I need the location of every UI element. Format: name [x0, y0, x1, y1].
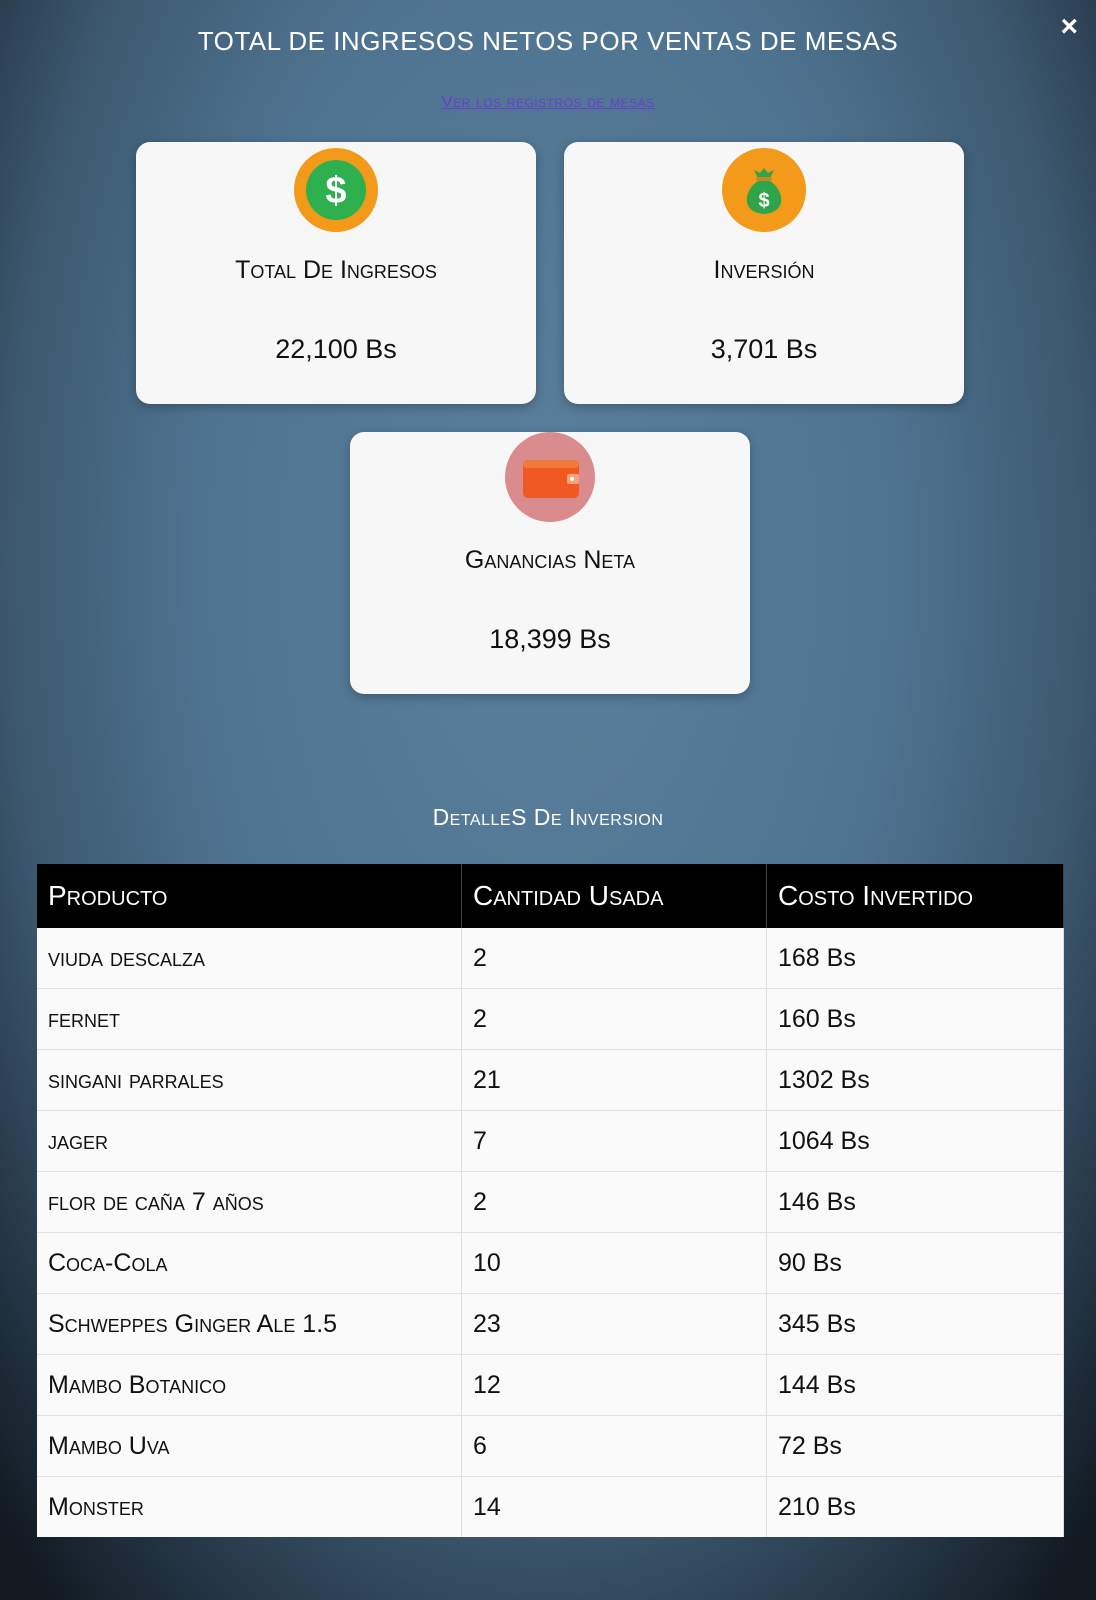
product-cell: viuda descalza: [37, 928, 462, 989]
cost-cell: 1302 Bs: [766, 1049, 1064, 1111]
table-row: Monster 14 210 Bs: [37, 1476, 1064, 1537]
column-header-quantity: Cantidad Usada: [461, 864, 767, 928]
quantity-cell: 21: [461, 1049, 767, 1111]
table-row: jager 7 1064 Bs: [37, 1110, 1064, 1172]
svg-text:$: $: [325, 170, 346, 212]
quantity-cell: 14: [461, 1476, 767, 1537]
svg-text:$: $: [758, 190, 769, 212]
net-profit-value: 18,399 Bs: [489, 624, 611, 654]
cost-cell: 168 Bs: [766, 928, 1064, 989]
table-row: Coca-Cola 10 90 Bs: [37, 1232, 1064, 1294]
cost-cell: 210 Bs: [766, 1476, 1064, 1537]
product-cell: Schweppes Ginger Ale 1.5: [37, 1293, 462, 1355]
net-profit-card: Ganancias Neta 18,399 Bs: [350, 432, 750, 694]
product-cell: Monster: [37, 1476, 462, 1537]
cost-cell: 345 Bs: [766, 1293, 1064, 1355]
quantity-cell: 2: [461, 1171, 767, 1233]
quantity-cell: 23: [461, 1293, 767, 1355]
quantity-cell: 2: [461, 988, 767, 1050]
investment-details-table: Producto Cantidad Usada Costo Invertido …: [37, 864, 1064, 1537]
records-link-container: Ver los registros de mesas: [0, 92, 1096, 112]
product-cell: singani parrales: [37, 1049, 462, 1111]
total-income-label: Total De Ingresos: [235, 256, 437, 284]
quantity-cell: 10: [461, 1232, 767, 1294]
total-income-card: $ Total De Ingresos 22,100 Bs: [136, 142, 536, 404]
investment-value: 3,701 Bs: [710, 334, 818, 364]
table-row: singani parrales 21 1302 Bs: [37, 1049, 1064, 1111]
cost-cell: 72 Bs: [766, 1415, 1064, 1477]
product-cell: jager: [37, 1110, 462, 1172]
product-cell: fernet: [37, 988, 462, 1050]
investment-card: $ Inversión 3,701 Bs: [564, 142, 964, 404]
product-cell: Mambo Botanico: [37, 1354, 462, 1416]
total-income-value: 22,100 Bs: [275, 334, 397, 364]
table-row: Mambo Botanico 12 144 Bs: [37, 1354, 1064, 1416]
table-row: Mambo Uva 6 72 Bs: [37, 1415, 1064, 1477]
quantity-cell: 7: [461, 1110, 767, 1172]
table-row: flor de caña 7 años 2 146 Bs: [37, 1171, 1064, 1233]
column-header-cost: Costo Invertido: [766, 864, 1064, 928]
dollar-coin-icon: $: [294, 148, 378, 232]
table-body: viuda descalza 2 168 Bs fernet 2 160 Bs singan…: [37, 928, 1064, 1537]
money-bag-icon: $: [722, 148, 806, 232]
cost-cell: 160 Bs: [766, 988, 1064, 1050]
page-title: TOTAL DE INGRESOS NETOS POR VENTAS DE ME…: [197, 26, 899, 56]
table-row: viuda descalza 2 168 Bs: [37, 928, 1064, 989]
product-cell: Coca-Cola: [37, 1232, 462, 1294]
table-header-row: Producto Cantidad Usada Costo Invertido: [37, 864, 1064, 928]
cost-cell: 146 Bs: [766, 1171, 1064, 1233]
quantity-cell: 6: [461, 1415, 767, 1477]
quantity-cell: 2: [461, 928, 767, 989]
investment-details-title: DetalleS De Inversion: [432, 804, 664, 830]
net-profit-label: Ganancias Neta: [464, 546, 636, 574]
column-header-product: Producto: [37, 864, 462, 928]
product-cell: flor de caña 7 años: [37, 1171, 462, 1233]
table-row: Schweppes Ginger Ale 1.5 23 345 Bs: [37, 1293, 1064, 1355]
cost-cell: 90 Bs: [766, 1232, 1064, 1294]
cost-cell: 144 Bs: [766, 1354, 1064, 1416]
cost-cell: 1064 Bs: [766, 1110, 1064, 1172]
view-table-records-link[interactable]: Ver los registros de mesas: [441, 92, 654, 111]
wallet-icon: [505, 432, 595, 522]
quantity-cell: 12: [461, 1354, 767, 1416]
table-row: fernet 2 160 Bs: [37, 988, 1064, 1050]
investment-label: Inversión: [713, 256, 815, 284]
product-cell: Mambo Uva: [37, 1415, 462, 1477]
